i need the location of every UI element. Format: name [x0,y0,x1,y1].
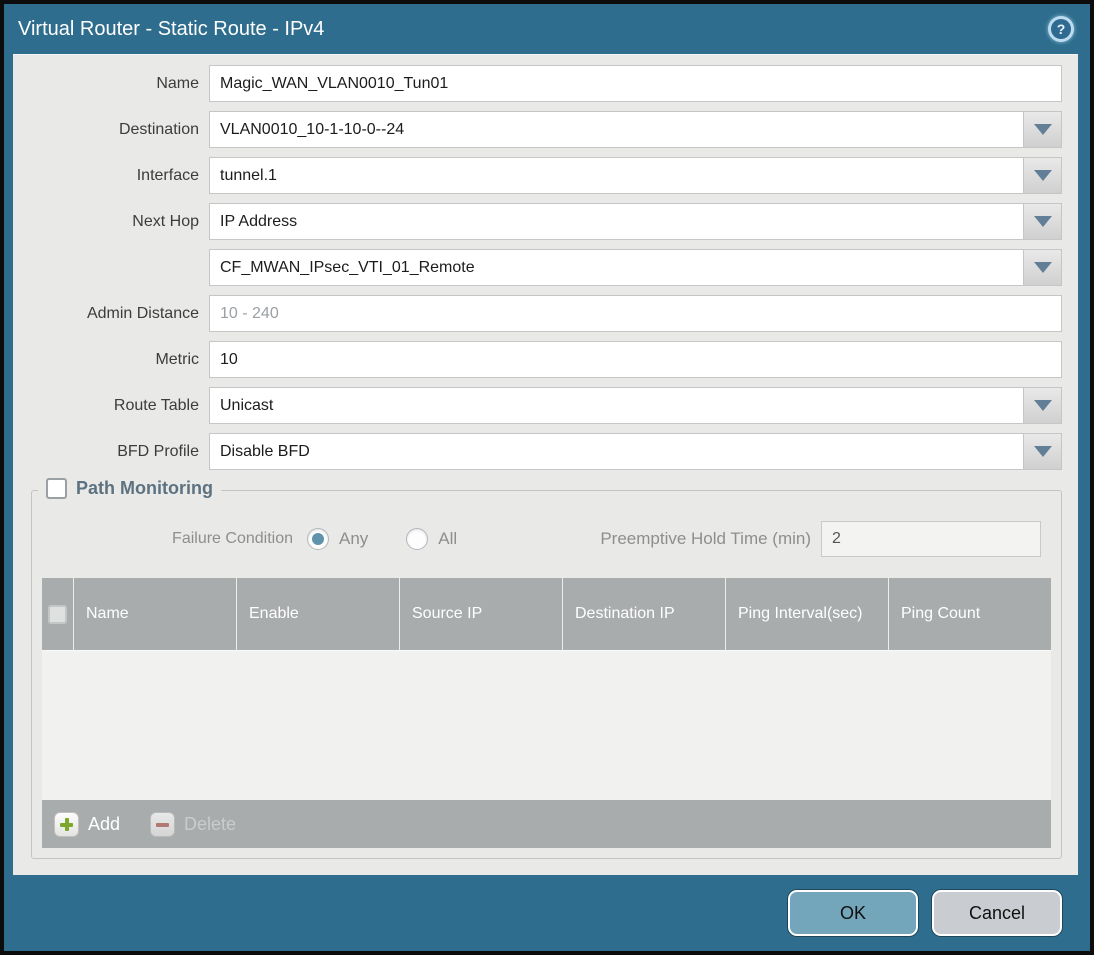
next-hop-address-input[interactable] [209,249,1024,286]
name-input[interactable] [209,65,1062,102]
admin-distance-row: Admin Distance [13,295,1078,332]
preemptive-hold-time-label: Preemptive Hold Time (min) [600,529,811,548]
admin-distance-input[interactable] [209,295,1062,332]
name-label: Name [156,74,199,92]
route-table-dropdown-button[interactable] [1024,387,1062,424]
failure-condition-all-option[interactable]: All [406,528,457,550]
column-header-name: Name [74,578,237,650]
ok-button[interactable]: OK [788,890,918,936]
path-monitoring-checkbox[interactable] [46,478,67,499]
bfd-profile-label: BFD Profile [117,442,199,460]
metric-label: Metric [155,350,199,368]
static-route-dialog: Virtual Router - Static Route - IPv4 ? N… [0,0,1094,955]
interface-input[interactable] [209,157,1024,194]
interface-dropdown-button[interactable] [1024,157,1062,194]
failure-condition-any-option[interactable]: Any [307,528,368,550]
path-monitoring-title: Path Monitoring [76,478,213,498]
radio-selected-icon[interactable] [307,528,329,550]
column-header-destination-ip: Destination IP [563,578,726,650]
destination-label: Destination [118,120,199,138]
add-button[interactable]: Add [54,811,121,837]
destination-row: Destination [13,111,1078,148]
failure-condition-all-label: All [438,529,458,548]
dialog-title: Virtual Router - Static Route - IPv4 [18,17,325,40]
table-header-row: Name Enable Source IP Destination IP Pin… [42,578,1051,650]
route-table-input[interactable] [209,387,1024,424]
next-hop-dropdown-button[interactable] [1024,203,1062,240]
cancel-button[interactable]: Cancel [932,890,1062,936]
bfd-profile-input[interactable] [209,433,1024,470]
next-hop-address-row [13,249,1078,286]
table-body-empty [42,650,1051,800]
route-table-label: Route Table [113,396,199,414]
bfd-profile-dropdown-button[interactable] [1024,433,1062,470]
column-header-source-ip: Source IP [400,578,563,650]
bfd-profile-row: BFD Profile [13,433,1078,470]
add-button-label: Add [88,813,121,834]
chevron-down-icon [1033,400,1052,411]
column-header-ping-interval: Ping Interval(sec) [726,578,889,650]
next-hop-type-input[interactable] [209,203,1024,240]
chevron-down-icon [1033,170,1052,181]
help-question-glyph: ? [1051,19,1071,39]
failure-condition-row: Failure Condition Any All Preemptive Hol… [32,521,1041,557]
name-row: Name [13,65,1078,102]
admin-distance-label: Admin Distance [86,304,199,322]
delete-button[interactable]: Delete [150,811,237,837]
next-hop-row: Next Hop [13,203,1078,240]
chevron-down-icon [1033,124,1052,135]
minus-icon [150,811,176,837]
delete-button-label: Delete [184,813,237,834]
plus-icon [54,811,79,837]
path-monitoring-legend: Path Monitoring [38,478,221,499]
metric-input[interactable] [209,341,1062,378]
interface-row: Interface [13,157,1078,194]
failure-condition-label: Failure Condition [172,530,293,547]
help-icon[interactable]: ? [1048,16,1074,42]
path-monitoring-section: Path Monitoring Failure Condition Any Al… [31,478,1062,859]
chevron-down-icon [1033,446,1052,457]
path-monitoring-table: Name Enable Source IP Destination IP Pin… [42,578,1051,848]
table-toolbar: Add Delete [42,800,1051,848]
next-hop-address-dropdown-button[interactable] [1024,249,1062,286]
destination-input[interactable] [209,111,1024,148]
interface-label: Interface [136,166,199,184]
preemptive-hold-time-input[interactable] [821,521,1041,557]
table-select-all-cell [42,578,74,650]
radio-unselected-icon[interactable] [406,528,429,550]
column-header-enable: Enable [237,578,400,650]
route-table-row: Route Table [13,387,1078,424]
dialog-footer: OK Cancel [4,875,1090,951]
destination-dropdown-button[interactable] [1024,111,1062,148]
metric-row: Metric [13,341,1078,378]
chevron-down-icon [1033,262,1052,273]
dialog-titlebar: Virtual Router - Static Route - IPv4 ? [4,4,1090,54]
select-all-checkbox[interactable] [48,604,67,624]
next-hop-label: Next Hop [132,212,199,230]
column-header-ping-count: Ping Count [901,605,981,623]
dialog-content: Name Destination Interface Next Hop [13,54,1078,875]
chevron-down-icon [1033,216,1052,227]
failure-condition-any-label: Any [339,529,369,548]
